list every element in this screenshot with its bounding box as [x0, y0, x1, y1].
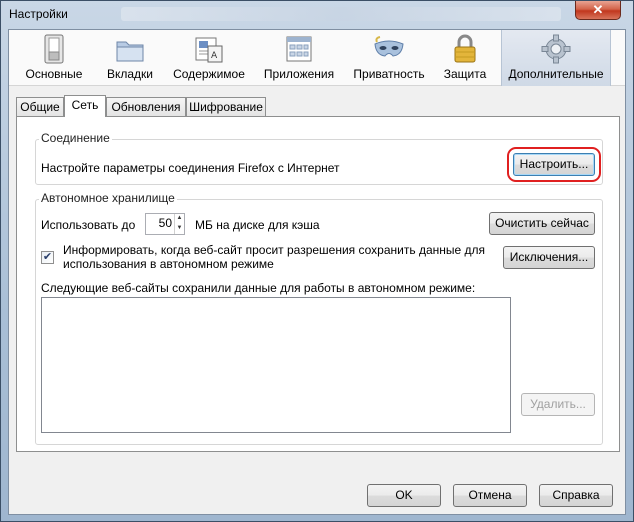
- svg-text:A: A: [211, 51, 218, 61]
- toolbar-label: Защита: [443, 67, 487, 81]
- clear-now-label: Очистить сейчас: [495, 216, 589, 230]
- cache-size-stepper[interactable]: 50 ▲ ▼: [145, 213, 185, 235]
- toolbar-item-tabs[interactable]: Вкладки: [99, 30, 161, 86]
- use-up-to-label: Использовать до: [41, 218, 136, 232]
- offline-sites-list[interactable]: [41, 297, 511, 433]
- toolbar-label: Содержимое: [173, 67, 245, 81]
- toolbar-item-applications[interactable]: Приложения: [257, 30, 341, 86]
- toolbar-label: Дополнительные: [508, 67, 604, 81]
- background-taskbar-blur: [121, 7, 561, 21]
- remove-label: Удалить...: [530, 397, 586, 411]
- stepper-down-icon[interactable]: ▼: [175, 224, 184, 234]
- applications-icon: [286, 36, 312, 62]
- mask-icon: [374, 36, 404, 57]
- cancel-label: Отмена: [468, 488, 512, 502]
- help-label: Справка: [552, 488, 600, 502]
- notify-checkbox[interactable]: ✔: [41, 251, 54, 264]
- offline-sites-label: Следующие веб-сайты сохранили данные для…: [41, 281, 476, 295]
- help-button[interactable]: Справка: [539, 484, 613, 507]
- toolbar-item-general[interactable]: Основные: [19, 30, 89, 86]
- connection-group-label: Соединение: [39, 131, 112, 145]
- cache-suffix-label: МБ на диске для кэша: [195, 218, 320, 232]
- settings-window: Настройки ✕ Основные Вкладки A Содержимо…: [0, 0, 634, 522]
- cache-size-value: 50: [158, 216, 172, 230]
- check-mark-icon: ✔: [42, 251, 53, 263]
- toolbar-label: Основные: [25, 67, 83, 81]
- cancel-button[interactable]: Отмена: [453, 484, 527, 507]
- folder-tabs-icon: [116, 41, 144, 62]
- notify-text-line1: Информировать, когда веб-сайт просит раз…: [63, 243, 486, 257]
- connection-settings-label: Настроить...: [519, 157, 589, 171]
- connection-description: Настройте параметры соединения Firefox с…: [41, 161, 340, 175]
- toolbar-item-advanced[interactable]: Дополнительные: [501, 30, 611, 86]
- document-content-icon: A: [195, 37, 223, 63]
- toolbar-label: Приватность: [353, 67, 425, 81]
- preferences-toolbar: Основные Вкладки A Содержимое Приложения…: [9, 30, 625, 86]
- exceptions-label: Исключения...: [509, 250, 589, 264]
- stepper-arrows[interactable]: ▲ ▼: [174, 214, 184, 234]
- remove-button[interactable]: Удалить...: [521, 393, 595, 416]
- tab-network[interactable]: Сеть: [64, 95, 106, 117]
- tab-updates[interactable]: Обновления: [106, 97, 186, 116]
- tab-general[interactable]: Общие: [16, 97, 64, 116]
- toolbar-label: Приложения: [263, 67, 335, 81]
- stepper-up-icon[interactable]: ▲: [175, 214, 184, 224]
- title-bar[interactable]: Настройки ✕: [1, 1, 633, 29]
- ok-button[interactable]: OK: [367, 484, 441, 507]
- window-title: Настройки: [9, 7, 68, 21]
- close-icon: ✕: [592, 2, 604, 17]
- clear-now-button[interactable]: Очистить сейчас: [489, 212, 595, 235]
- network-panel: Соединение Настройте параметры соединени…: [16, 116, 620, 452]
- tab-encryption[interactable]: Шифрование: [186, 97, 266, 116]
- ok-label: OK: [395, 488, 413, 502]
- toolbar-item-privacy[interactable]: Приватность: [349, 30, 429, 86]
- gear-icon: [541, 34, 571, 64]
- toolbar-item-security[interactable]: Защита: [437, 30, 493, 86]
- dialog-client: Основные Вкладки A Содержимое Приложения…: [8, 29, 626, 515]
- offline-group-label: Автономное хранилище: [39, 191, 177, 205]
- switch-icon: [44, 34, 64, 64]
- exceptions-button[interactable]: Исключения...: [503, 246, 595, 269]
- toolbar-label: Вкладки: [106, 67, 154, 81]
- notify-text-line2: использования в автономном режиме: [63, 257, 274, 271]
- close-button[interactable]: ✕: [575, 1, 621, 20]
- connection-settings-button[interactable]: Настроить...: [513, 153, 595, 176]
- lock-icon: [454, 34, 476, 63]
- toolbar-item-content[interactable]: A Содержимое: [169, 30, 249, 86]
